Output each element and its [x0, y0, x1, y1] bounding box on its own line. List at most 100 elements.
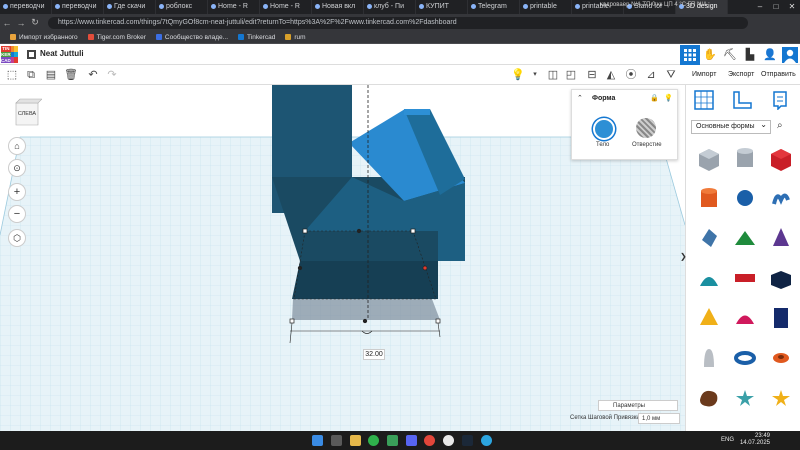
- zoom-out-icon[interactable]: −: [8, 205, 26, 223]
- tinkercad-logo[interactable]: TIN KER CAD: [1, 46, 18, 63]
- shape-category-select[interactable]: Основные формы: [691, 119, 771, 134]
- discord-icon[interactable]: [406, 435, 417, 446]
- url-input[interactable]: https://www.tinkercad.com/things/7tQmyGO…: [48, 16, 748, 29]
- shape-purple-cone[interactable]: [768, 225, 794, 251]
- shape-brown-blob[interactable]: [696, 385, 722, 411]
- view-3d-grid-icon[interactable]: [680, 44, 700, 65]
- shape-navy-box[interactable]: [768, 265, 794, 291]
- export-button[interactable]: Экспорт: [728, 68, 754, 82]
- shape-blue-sphere[interactable]: [732, 185, 758, 211]
- back-icon[interactable]: ←: [0, 18, 14, 28]
- shape-blue-torus[interactable]: [732, 345, 758, 371]
- undo-icon[interactable]: ↶: [86, 68, 100, 82]
- bookmark-item[interactable]: Tiger.com Broker: [87, 34, 146, 41]
- paste-icon[interactable]: ▤: [44, 68, 58, 82]
- close-icon[interactable]: ✕: [784, 0, 800, 14]
- collapse-chevron-icon[interactable]: ⌃: [577, 94, 583, 102]
- browser-tab[interactable]: Home - R: [208, 0, 260, 14]
- import-button[interactable]: Импорт: [692, 68, 716, 82]
- shape-navy-box-tall[interactable]: [768, 305, 794, 331]
- chrome-icon[interactable]: [443, 435, 454, 446]
- solid-button[interactable]: [593, 118, 615, 140]
- shape-teal-half-round[interactable]: [696, 265, 722, 291]
- bricks-icon[interactable]: ▙: [740, 45, 760, 65]
- windows-start-icon[interactable]: [312, 435, 323, 446]
- view-cube[interactable]: СЛЕВА: [12, 97, 43, 127]
- browser-tab[interactable]: Где скачи: [104, 0, 156, 14]
- workplane-icon[interactable]: ⛛: [664, 68, 678, 82]
- ungroup-icon[interactable]: ◰: [564, 68, 578, 82]
- blocks-hand-icon[interactable]: ✋: [700, 45, 720, 65]
- app-icon[interactable]: [387, 435, 398, 446]
- grid-tool-icon[interactable]: [694, 90, 716, 112]
- bookmark-item[interactable]: rum: [285, 34, 306, 41]
- avatar[interactable]: [780, 45, 800, 65]
- task-view-icon[interactable]: [331, 435, 342, 446]
- shape-cylinder-striped[interactable]: [732, 145, 758, 171]
- file-explorer-icon[interactable]: [350, 435, 361, 446]
- hole-button[interactable]: [636, 118, 656, 138]
- browser-tab[interactable]: Новая вкл: [312, 0, 364, 14]
- copy-to-workplane-icon[interactable]: ⬚: [5, 68, 19, 82]
- redo-icon[interactable]: ↷: [105, 68, 119, 82]
- pickaxe-icon[interactable]: ⛏: [720, 45, 740, 65]
- spotify-icon[interactable]: [368, 435, 379, 446]
- browser-tab[interactable]: клуб - Пи: [364, 0, 416, 14]
- trash-icon[interactable]: 🗑: [64, 68, 78, 82]
- shape-grey-paraboloid[interactable]: [696, 345, 722, 371]
- collapse-panel-icon[interactable]: ❯: [680, 252, 687, 261]
- browser-tab[interactable]: КУПИТ: [416, 0, 468, 14]
- add-user-icon[interactable]: 👤: [760, 45, 780, 65]
- home-view-icon[interactable]: ⌂: [8, 137, 26, 155]
- send-to-button[interactable]: Отправить: [761, 68, 796, 82]
- shape-yellow-star[interactable]: [768, 385, 794, 411]
- chevron-down-icon[interactable]: ▾: [528, 68, 542, 82]
- browser-tab[interactable]: переводчи: [0, 0, 52, 14]
- align-icon[interactable]: ⊟: [585, 68, 599, 82]
- search-icon[interactable]: ⌕: [777, 120, 783, 131]
- browser-tab[interactable]: роблокс: [156, 0, 208, 14]
- menu-grid-icon[interactable]: [27, 50, 36, 61]
- opera-icon[interactable]: [424, 435, 435, 446]
- shape-teal-star[interactable]: [732, 385, 758, 411]
- notes-tool-icon[interactable]: [770, 90, 792, 112]
- params-button[interactable]: Параметры: [598, 400, 678, 411]
- perspective-icon[interactable]: ⬡: [8, 229, 26, 247]
- language-indicator[interactable]: ENG: [721, 437, 734, 443]
- bookmark-item[interactable]: Tinkercad: [238, 34, 275, 41]
- design-title[interactable]: Neat Juttuli: [40, 49, 84, 58]
- ruler-icon[interactable]: ⊿: [644, 68, 658, 82]
- reload-icon[interactable]: ↻: [28, 17, 42, 28]
- copy-icon[interactable]: ⧉: [24, 68, 38, 82]
- shape-magenta-hemisphere[interactable]: [732, 305, 758, 331]
- shape-yellow-pyramid[interactable]: [696, 305, 722, 331]
- snap-grid-select[interactable]: 1,0 мм: [638, 413, 680, 424]
- shape-orange-cylinder[interactable]: [696, 185, 722, 211]
- browser-tab[interactable]: Telegram: [468, 0, 520, 14]
- cruise-icon[interactable]: ⦿: [624, 68, 638, 82]
- lightbulb-icon[interactable]: 💡: [664, 94, 673, 102]
- fit-view-icon[interactable]: ⊙: [8, 159, 26, 177]
- lock-icon[interactable]: 🔒: [650, 94, 659, 102]
- forward-icon[interactable]: →: [14, 18, 28, 28]
- maximize-icon[interactable]: □: [768, 0, 784, 14]
- bookmark-item[interactable]: Импорт избранного: [10, 34, 78, 41]
- steam-icon[interactable]: [462, 435, 473, 446]
- dimension-input[interactable]: 32.00: [363, 349, 385, 360]
- browser-tab[interactable]: printable: [520, 0, 572, 14]
- shape-blue-gem[interactable]: [696, 225, 722, 251]
- shape-green-roof[interactable]: [732, 225, 758, 251]
- clock[interactable]: 23:49 14.07.2025: [740, 433, 770, 447]
- shape-red-text[interactable]: [732, 265, 758, 291]
- ruler-tool-icon[interactable]: [732, 90, 754, 112]
- group-icon[interactable]: ◫: [546, 68, 560, 82]
- minimize-icon[interactable]: –: [752, 0, 768, 14]
- bookmark-item[interactable]: Сообщество владе...: [155, 34, 228, 41]
- zoom-in-icon[interactable]: +: [8, 183, 26, 201]
- shape-box-striped[interactable]: [696, 145, 722, 171]
- mirror-icon[interactable]: ◭: [604, 68, 618, 82]
- telegram-icon[interactable]: [481, 435, 492, 446]
- shape-orange-tube[interactable]: [768, 345, 794, 371]
- browser-tab[interactable]: Home - R: [260, 0, 312, 14]
- shape-red-box[interactable]: [768, 145, 794, 171]
